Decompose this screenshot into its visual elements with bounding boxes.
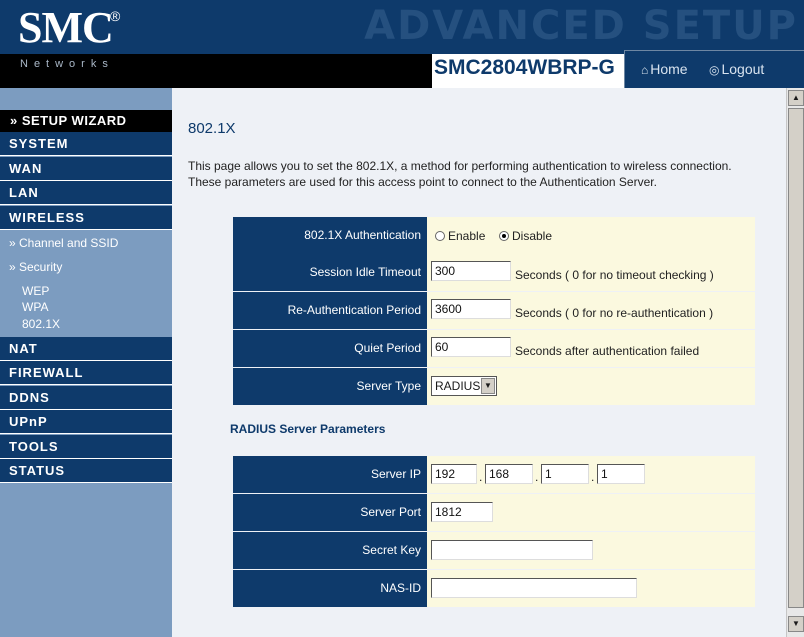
menu-status[interactable]: STATUS <box>0 459 172 483</box>
enable-radio[interactable]: Enable <box>435 229 485 243</box>
disable-radio-circle <box>499 231 509 241</box>
logout-label: Logout <box>721 61 765 77</box>
menu-system[interactable]: SYSTEM <box>0 132 172 156</box>
row-reauth: Re-Authentication Period 3600 Seconds ( … <box>233 292 755 329</box>
session-idle-value: 300 Seconds ( 0 for no timeout checking … <box>427 254 755 291</box>
nas-id-value <box>427 570 755 607</box>
submenu-security[interactable]: » Security <box>9 260 181 274</box>
nas-id-input[interactable] <box>431 578 637 598</box>
server-port-input[interactable]: 1812 <box>431 502 493 522</box>
server-ip-octet-4[interactable]: 1 <box>597 464 645 484</box>
home-icon: ⌂ <box>641 63 649 77</box>
submenu-wpa[interactable]: WPA <box>22 300 48 314</box>
logo-text: SMC <box>18 3 114 52</box>
quiet-value: 60 Seconds after authentication failed <box>427 330 755 367</box>
scroll-down-arrow-icon[interactable]: ▼ <box>788 616 804 632</box>
auth-value: Enable Disable <box>427 217 755 254</box>
row-server-port: Server Port 1812 <box>233 494 755 531</box>
server-ip-value: 192 . 168 . 1 . 1 <box>427 456 755 493</box>
page-title: 802.1X <box>188 120 236 137</box>
row-8021x-auth: 802.1X Authentication Enable Disable <box>233 217 755 254</box>
row-quiet-period: Quiet Period 60 Seconds after authentica… <box>233 330 755 367</box>
server-type-label: Server Type <box>233 368 427 405</box>
ip-dot: . <box>591 470 595 484</box>
row-server-ip: Server IP 192 . 168 . 1 . 1 <box>233 456 755 493</box>
radius-section-heading: RADIUS Server Parameters <box>230 422 386 436</box>
home-link[interactable]: ⌂ Home <box>641 61 688 77</box>
ip-dot: . <box>479 470 483 484</box>
logout-icon: ◎ <box>709 63 720 77</box>
session-idle-input[interactable]: 300 <box>431 261 511 281</box>
reauth-label: Re-Authentication Period <box>233 292 427 329</box>
menu-ddns[interactable]: DDNS <box>0 386 172 410</box>
server-ip-octet-2[interactable]: 168 <box>485 464 533 484</box>
menu-upnp[interactable]: UPnP <box>0 410 172 434</box>
server-port-value: 1812 <box>427 494 755 531</box>
server-type-value: RADIUS ▼ <box>427 368 755 405</box>
enable-label: Enable <box>448 229 486 243</box>
smc-logo: SMC ® Networks <box>18 6 138 76</box>
vertical-scrollbar[interactable]: ▲ ▼ <box>786 88 804 637</box>
auth-label: 802.1X Authentication <box>233 217 427 254</box>
submenu-wep[interactable]: WEP <box>22 284 49 298</box>
submenu-channel-ssid[interactable]: » Channel and SSID <box>9 236 181 250</box>
reauth-note: Seconds ( 0 for no re-authentication ) <box>515 306 714 320</box>
row-session-idle: Session Idle Timeout 300 Seconds ( 0 for… <box>233 254 755 291</box>
server-port-label: Server Port <box>233 494 427 531</box>
row-nas-id: NAS-ID <box>233 570 755 607</box>
disable-radio[interactable]: Disable <box>499 229 552 243</box>
home-label: Home <box>650 61 688 77</box>
menu-tools[interactable]: TOOLS <box>0 435 172 459</box>
logo-subtitle: Networks <box>20 58 114 70</box>
reauth-input[interactable]: 3600 <box>431 299 511 319</box>
disable-label: Disable <box>512 229 553 243</box>
row-server-type: Server Type RADIUS ▼ <box>233 368 755 405</box>
menu-wan[interactable]: WAN <box>0 157 172 181</box>
ip-dot: . <box>535 470 539 484</box>
secret-key-label: Secret Key <box>233 532 427 569</box>
menu-nat[interactable]: NAT <box>0 337 172 361</box>
main-content: 802.1X This page allows you to set the 8… <box>172 88 786 637</box>
chevron-down-icon[interactable]: ▼ <box>481 378 495 394</box>
secret-key-input[interactable] <box>431 540 593 560</box>
quiet-input[interactable]: 60 <box>431 337 511 357</box>
menu-lan[interactable]: LAN <box>0 181 172 205</box>
advanced-setup-banner: ADVANCED SETUP <box>364 3 798 49</box>
submenu-8021x[interactable]: 802.1X <box>22 317 60 331</box>
sidebar: » SETUP WIZARD SYSTEM WAN LAN WIRELESS »… <box>0 88 172 637</box>
server-ip-label: Server IP <box>233 456 427 493</box>
enable-radio-circle <box>435 231 445 241</box>
session-idle-note: Seconds ( 0 for no timeout checking ) <box>515 268 714 282</box>
reauth-value: 3600 Seconds ( 0 for no re-authenticatio… <box>427 292 755 329</box>
setup-wizard-link[interactable]: » SETUP WIZARD <box>0 110 172 132</box>
menu-wireless[interactable]: WIRELESS <box>0 206 172 230</box>
quiet-note: Seconds after authentication failed <box>515 344 700 358</box>
server-ip-octet-1[interactable]: 192 <box>431 464 477 484</box>
menu-firewall[interactable]: FIREWALL <box>0 361 172 385</box>
scroll-up-arrow-icon[interactable]: ▲ <box>788 90 804 106</box>
logout-link[interactable]: ◎ Logout <box>709 61 764 77</box>
header: SMC ® Networks ADVANCED SETUP SMC2804WBR… <box>0 0 804 88</box>
scrollbar-thumb[interactable] <box>788 108 804 608</box>
server-type-selected: RADIUS <box>435 379 481 393</box>
quiet-label: Quiet Period <box>233 330 427 367</box>
session-idle-label: Session Idle Timeout <box>233 254 427 291</box>
secret-key-value <box>427 532 755 569</box>
logo-registered: ® <box>110 8 121 24</box>
server-ip-octet-3[interactable]: 1 <box>541 464 589 484</box>
top-nav: ⌂ Home ◎ Logout <box>624 50 804 88</box>
row-secret-key: Secret Key <box>233 532 755 569</box>
model-name: SMC2804WBRP-G <box>434 56 615 79</box>
nas-id-label: NAS-ID <box>233 570 427 607</box>
server-type-select[interactable]: RADIUS ▼ <box>431 376 497 396</box>
page-description: This page allows you to set the 802.1X, … <box>188 159 732 189</box>
